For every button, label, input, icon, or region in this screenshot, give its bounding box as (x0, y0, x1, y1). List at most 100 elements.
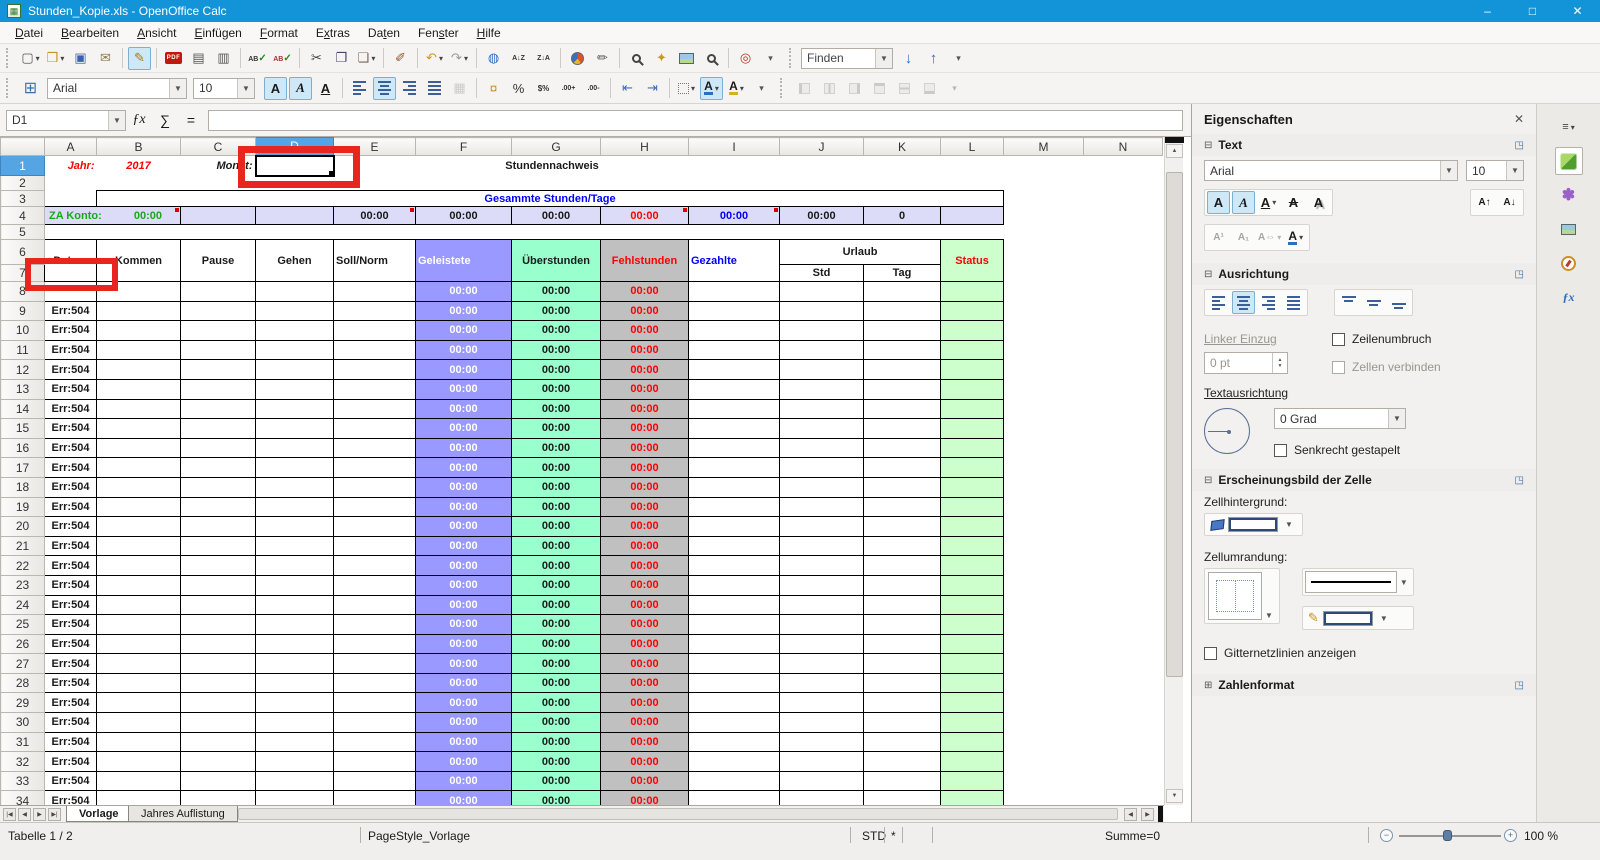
redo-icon[interactable]: ↷▾ (448, 47, 471, 70)
row-header-1[interactable]: 1 (1, 156, 45, 176)
row-header-3[interactable]: 3 (1, 191, 45, 207)
row-header-6[interactable]: 6 (1, 240, 45, 265)
font-color-icon[interactable]: A▾ (1284, 226, 1307, 249)
row-header-18[interactable]: 18 (1, 477, 45, 497)
collapse-icon[interactable]: ⊟ (1204, 140, 1212, 151)
cell-ueberstunden[interactable]: 00:00 (512, 673, 601, 693)
cell-datum[interactable]: Err:504 (45, 693, 97, 713)
cell[interactable] (97, 282, 181, 302)
cell[interactable] (689, 536, 780, 556)
cell[interactable] (941, 156, 1004, 176)
cell[interactable] (334, 419, 416, 439)
cell[interactable] (181, 477, 256, 497)
cell[interactable] (780, 419, 864, 439)
cell-fehlstunden[interactable]: 00:00 (601, 399, 689, 419)
cell-status[interactable] (941, 438, 1004, 458)
row-header-10[interactable]: 10 (1, 321, 45, 341)
cell-status[interactable] (941, 536, 1004, 556)
cell[interactable] (512, 176, 601, 191)
decrease-indent-icon[interactable]: ⇤ (616, 77, 639, 100)
row-header-29[interactable]: 29 (1, 693, 45, 713)
cell-fehlstunden[interactable]: 00:00 (601, 458, 689, 478)
cell-fehlstunden[interactable]: 00:00 (601, 575, 689, 595)
font-size-select[interactable]: 10 ▼ (193, 78, 255, 99)
cell[interactable]: 0 (864, 207, 941, 225)
navigator-icon[interactable]: ✦ (650, 47, 673, 70)
cell-fehlstunden[interactable]: 00:00 (601, 438, 689, 458)
new-document-icon[interactable]: ▢▾ (19, 47, 42, 70)
cell-geleistete[interactable]: 00:00 (416, 791, 512, 805)
cell[interactable]: 00:00 (601, 207, 689, 225)
cell[interactable] (1004, 752, 1084, 772)
cell[interactable] (864, 615, 941, 635)
cell[interactable] (864, 517, 941, 537)
cell-ueberstunden[interactable]: 00:00 (512, 771, 601, 791)
cell[interactable] (256, 321, 334, 341)
cell-datum[interactable]: Err:504 (45, 615, 97, 635)
cell[interactable] (45, 191, 97, 207)
cell[interactable] (864, 477, 941, 497)
zoom-out-icon[interactable]: − (1380, 829, 1393, 842)
cell[interactable] (334, 301, 416, 321)
cell[interactable] (864, 321, 941, 341)
cell[interactable] (334, 176, 416, 191)
row-header-8[interactable]: 8 (1, 282, 45, 302)
cell[interactable] (780, 301, 864, 321)
column-header-B[interactable]: B (97, 138, 181, 156)
toolbar-overflow-icon[interactable]: ▾ (947, 47, 970, 70)
section-cell-appearance-header[interactable]: ⊟ Erscheinungsbild der Zelle ◳ (1192, 469, 1536, 491)
align-left-icon[interactable] (348, 77, 371, 100)
cell-geleistete[interactable]: 00:00 (416, 458, 512, 478)
cell[interactable] (689, 517, 780, 537)
cell-datum[interactable]: Err:504 (45, 497, 97, 517)
cell-fehlstunden[interactable]: 00:00 (601, 419, 689, 439)
cell[interactable] (780, 713, 864, 733)
cell-fehlstunden[interactable]: 00:00 (601, 752, 689, 772)
spellcheck-icon[interactable]: AB (246, 47, 269, 70)
cell-geleistete[interactable]: 00:00 (416, 615, 512, 635)
cell[interactable] (1004, 458, 1084, 478)
cell-ueberstunden[interactable]: 00:00 (512, 399, 601, 419)
toolbar-grip[interactable] (6, 78, 13, 98)
cell[interactable] (334, 654, 416, 674)
cell[interactable] (780, 693, 864, 713)
cell[interactable] (256, 438, 334, 458)
cell[interactable] (334, 438, 416, 458)
cell[interactable] (181, 399, 256, 419)
cell[interactable] (256, 340, 334, 360)
cell[interactable] (256, 497, 334, 517)
cell[interactable] (181, 575, 256, 595)
toolbar-grip[interactable] (780, 78, 787, 98)
column-header-I[interactable]: I (689, 138, 780, 156)
cell-geleistete[interactable]: 00:00 (416, 693, 512, 713)
cut-icon[interactable]: ✂ (305, 47, 328, 70)
cell[interactable] (780, 771, 864, 791)
cell[interactable] (1084, 654, 1163, 674)
row-header-23[interactable]: 23 (1, 575, 45, 595)
cell-ueberstunden[interactable]: 00:00 (512, 477, 601, 497)
cell-datum[interactable]: Err:504 (45, 575, 97, 595)
dropdown-arrow-icon[interactable]: ▾ (740, 84, 744, 93)
cell[interactable] (97, 556, 181, 576)
cell[interactable] (689, 575, 780, 595)
menu-bearbeiten[interactable]: Bearbeiten (52, 23, 128, 43)
cell-geleistete[interactable]: 00:00 (416, 575, 512, 595)
column-header-D[interactable]: D (256, 138, 334, 156)
cell[interactable] (181, 791, 256, 805)
row-header-34[interactable]: 34 (1, 791, 45, 805)
cell[interactable] (1084, 713, 1163, 733)
cell[interactable] (334, 556, 416, 576)
align-bottom-icon[interactable] (1387, 291, 1410, 314)
sum-display[interactable]: Summe=0 (1105, 829, 1160, 843)
cell-fehlstunden[interactable]: 00:00 (601, 556, 689, 576)
cell-ueberstunden[interactable]: 00:00 (512, 379, 601, 399)
row-header-27[interactable]: 27 (1, 654, 45, 674)
cell[interactable] (780, 340, 864, 360)
chevron-down-icon[interactable]: ▼ (1377, 614, 1391, 623)
cell-datum[interactable]: Err:504 (45, 713, 97, 733)
cell-status[interactable] (941, 556, 1004, 576)
cell[interactable] (1084, 265, 1163, 282)
column-header-N[interactable]: N (1084, 138, 1163, 156)
header-geleistete-std[interactable]: Geleistete Std (416, 240, 512, 282)
cell-datum[interactable]: Err:504 (45, 360, 97, 380)
